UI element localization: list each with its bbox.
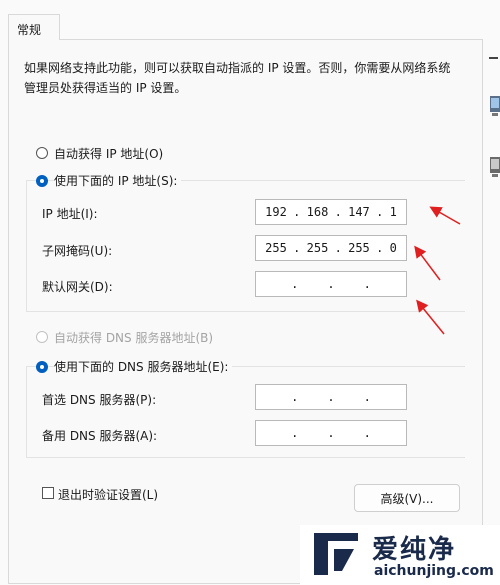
manual-dns-radio[interactable]	[36, 361, 48, 373]
mask-octet-2: 255	[306, 241, 329, 255]
subnet-mask-label: 子网掩码(U):	[42, 244, 113, 258]
ip-address-field[interactable]: 192. 168. 147. 1	[255, 199, 407, 225]
ip-dot: .	[334, 205, 342, 219]
auto-dns-radio[interactable]	[36, 331, 48, 343]
auto-dns-label: 自动获得 DNS 服务器地址(B)	[54, 331, 214, 345]
tab-general-label: 常规	[17, 23, 42, 37]
watermark-brand: 爱纯净	[372, 535, 457, 565]
ip-octet-2: 168	[306, 205, 329, 219]
logo-icon	[314, 533, 358, 575]
alternate-dns-field[interactable]: . . .	[255, 420, 407, 446]
preferred-dns-dot: .	[291, 390, 299, 404]
preferred-dns-dot: .	[363, 390, 371, 404]
gateway-label: 默认网关(D):	[42, 280, 113, 294]
validate-checkbox[interactable]	[42, 487, 54, 499]
ip-octet-1: 192	[265, 205, 287, 219]
manual-ip-radio[interactable]	[36, 175, 48, 187]
alternate-dns-dot: .	[363, 426, 371, 440]
auto-ip-radio[interactable]	[36, 147, 48, 159]
mask-octet-3: 255	[348, 241, 370, 255]
mask-dot: .	[293, 241, 301, 255]
side-label-fragment	[487, 52, 500, 62]
auto-ip-label: 自动获得 IP 地址(O)	[54, 147, 164, 161]
gateway-field[interactable]: . . .	[255, 271, 407, 297]
network-adapter-icon	[489, 94, 500, 118]
ip-dot: .	[376, 205, 384, 219]
gateway-dot: .	[363, 277, 371, 291]
ip-dot: .	[293, 205, 301, 219]
manual-ip-label: 使用下面的 IP 地址(S):	[54, 172, 182, 189]
alternate-dns-label: 备用 DNS 服务器(A):	[42, 429, 158, 443]
ip-address-label: IP 地址(I):	[42, 207, 98, 221]
mask-octet-1: 255	[265, 241, 287, 255]
subnet-mask-field[interactable]: 255. 255. 255. 0	[255, 235, 407, 261]
alternate-dns-dot: .	[291, 426, 299, 440]
preferred-dns-dot: .	[327, 390, 335, 404]
mask-dot: .	[334, 241, 342, 255]
ip-octet-4: 1	[389, 205, 397, 219]
watermark-logo: 爱纯净 aichunjing.com	[300, 525, 500, 585]
watermark-url: aichunjing.com	[374, 563, 494, 579]
tab-general[interactable]: 常规	[8, 14, 60, 40]
gateway-dot: .	[291, 277, 299, 291]
network-adapter-icon	[489, 155, 500, 179]
advanced-button[interactable]: 高级(V)...	[354, 484, 460, 512]
description-text: 如果网络支持此功能，则可以获取自动指派的 IP 设置。否则，你需要从网络系统管理…	[24, 61, 451, 95]
validate-label: 退出时验证设置(L)	[58, 488, 159, 502]
manual-dns-label: 使用下面的 DNS 服务器地址(E):	[54, 358, 233, 375]
ip-octet-3: 147	[348, 205, 370, 219]
mask-octet-4: 0	[389, 241, 397, 255]
preferred-dns-label: 首选 DNS 服务器(P):	[42, 393, 157, 407]
gateway-dot: .	[327, 277, 335, 291]
mask-dot: .	[376, 241, 384, 255]
alternate-dns-dot: .	[327, 426, 335, 440]
preferred-dns-field[interactable]: . . .	[255, 384, 407, 410]
